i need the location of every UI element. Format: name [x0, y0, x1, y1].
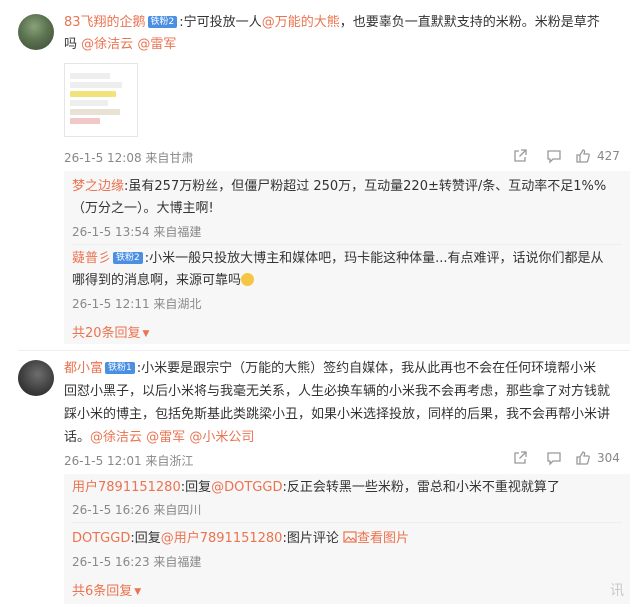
fan-badge: 铁粉1 — [105, 362, 135, 374]
reply-text: 小米一般只投放大博主和媒体吧，玛卡能这种体量...有点难评，话说你们都是从 — [149, 251, 604, 266]
thumbnail-line — [70, 91, 116, 97]
fan-badge: 铁粉2 — [147, 16, 178, 28]
comment-text: 话。 — [64, 430, 91, 445]
mention-link[interactable]: @用户7891151280 — [161, 531, 283, 546]
watermark: 讯 — [610, 583, 624, 599]
comment-body-line2: 吗 @徐洁云 @雷军 — [64, 34, 176, 56]
chevron-down-icon: ▼ — [134, 587, 142, 597]
comment-separator — [18, 350, 630, 351]
comment-username[interactable]: 都小富 — [64, 361, 103, 376]
reply-body: 梦之边缘:虽有257万粉丝，但僵尸粉超过 250万，互动量220±转赞评/条、互… — [72, 179, 607, 194]
divider — [72, 244, 622, 245]
comment-body-line4: 话。@徐洁云 @雷军 @小米公司 — [64, 427, 254, 449]
avatar[interactable] — [18, 14, 54, 50]
comment-image-thumbnail[interactable] — [64, 63, 138, 137]
more-replies-label: 共6条回复 — [72, 584, 133, 599]
reply-meta: 26-1-5 16:26 来自四川 — [72, 503, 202, 517]
more-replies-link[interactable]: 共6条回复 ▼ — [72, 580, 141, 599]
reply-meta: 26-1-5 12:11 来自湖北 — [72, 297, 202, 311]
fan-badge: 铁粉2 — [113, 252, 143, 264]
comment-text: 宁可投放一人 — [183, 15, 262, 30]
avatar[interactable] — [18, 360, 54, 396]
comment-text: 回怼小黑子，以后小米将与我毫无关系，人生必换车辆的小米我不会再考虑，那些拿了对方… — [64, 384, 611, 399]
comment-meta: 26-1-5 12:01 来自浙江 — [64, 454, 194, 468]
comment-body: 都小富 铁粉1:小米要是跟宗宁（万能的大熊）签约自媒体，我从此再也不会在任何环境帮… — [64, 361, 597, 376]
like-count: 427 — [597, 149, 620, 163]
mention-link[interactable]: @万能的大熊 — [262, 15, 340, 30]
comment-icon — [547, 150, 561, 164]
mention-link[interactable]: @小米公司 — [189, 430, 254, 445]
reply-username[interactable]: 梦之边缘 — [72, 179, 124, 194]
comment-text: 踩小米的博主，包括免斯基此类跳梁小丑，如果小米选择投放，同样的后果，我不会再帮小… — [64, 407, 611, 422]
comment-body: 83飞翔的企鹅 铁粉2:宁可投放一人@万能的大熊，也要辜负一直默默支持的米粉。米粉… — [64, 15, 600, 30]
thumbnail-line — [70, 118, 100, 124]
comment-username[interactable]: 83飞翔的企鹅 — [64, 15, 146, 30]
thumbs-up-icon — [576, 451, 590, 465]
reply-username[interactable]: DOTGGD — [72, 531, 130, 546]
reply-text: （万分之一）。大博主啊! — [72, 201, 214, 216]
like-button[interactable]: 427 — [575, 148, 620, 164]
comment-text: 吗 — [64, 37, 78, 52]
mention-link[interactable]: @徐洁云 — [90, 430, 142, 445]
share-button[interactable] — [512, 148, 528, 164]
reply-body: 用户7891151280:回复@DOTGGD:反正会转黑一些米粉，雷总和小米不重… — [72, 477, 560, 499]
view-image-label: 查看图片 — [356, 531, 409, 546]
reply-text: 虽有257万粉丝，但僵尸粉超过 250万，互动量220±转赞评/条、互动率不足1… — [128, 179, 607, 194]
reply-text: 哪得到的消息啊，来源可靠吗 — [72, 273, 242, 288]
reply-body: DOTGGD:回复@用户7891151280:图片评论 查看图片 — [72, 528, 409, 550]
reply-word: :回复 — [180, 480, 212, 495]
like-count: 304 — [597, 451, 620, 465]
like-button[interactable]: 304 — [575, 450, 620, 466]
share-icon — [514, 451, 527, 464]
thumbs-up-icon — [576, 149, 590, 163]
view-image-link[interactable]: 查看图片 — [343, 531, 409, 546]
mention-link[interactable]: @DOTGGD — [211, 480, 282, 495]
reply-meta: 26-1-5 13:54 来自福建 — [72, 225, 202, 239]
reply-body: 薿普彡 铁粉2:小米一般只投放大博主和媒体吧，玛卡能这种体量...有点难评，话说你… — [72, 251, 604, 266]
reply-word: :回复 — [130, 531, 161, 546]
divider — [72, 522, 622, 523]
comment-text: 小米要是跟宗宁（万能的大熊）签约自媒体，我从此再也不会在任何环境帮小米 — [141, 361, 597, 376]
thumbnail-line — [70, 73, 110, 79]
reply-username[interactable]: 用户7891151280 — [72, 480, 181, 495]
chevron-down-icon: ▼ — [142, 329, 150, 339]
mention-link[interactable]: @雷军 — [146, 430, 185, 445]
reply-username[interactable]: 薿普彡 — [72, 251, 111, 266]
reply-text: :反正会转黑一些米粉，雷总和小米不重视就算了 — [282, 480, 560, 495]
image-icon — [343, 531, 357, 543]
share-button[interactable] — [512, 450, 528, 466]
comment-text: ，也要辜负一直默默支持的米粉。米粉是草芥 — [339, 15, 600, 30]
thumbnail-line — [70, 82, 122, 88]
thumbnail-line — [70, 100, 108, 106]
more-replies-label: 共20条回复 — [72, 326, 141, 341]
comment-button[interactable] — [546, 148, 562, 164]
thumbnail-line — [70, 109, 120, 115]
laughing-emoji-icon — [241, 273, 255, 286]
comment-icon — [547, 452, 561, 466]
share-icon — [514, 149, 527, 162]
mention-link[interactable]: @徐洁云 — [81, 37, 133, 52]
reply-body-line2: 哪得到的消息啊，来源可靠吗 — [72, 270, 255, 292]
comment-meta: 26-1-5 12:08 来自甘肃 — [64, 151, 194, 165]
comment-button[interactable] — [546, 450, 562, 466]
reply-text: :图片评论 — [282, 531, 339, 546]
reply-meta: 26-1-5 16:23 来自福建 — [72, 555, 202, 569]
more-replies-link[interactable]: 共20条回复 ▼ — [72, 322, 149, 341]
mention-link[interactable]: @雷军 — [137, 37, 176, 52]
